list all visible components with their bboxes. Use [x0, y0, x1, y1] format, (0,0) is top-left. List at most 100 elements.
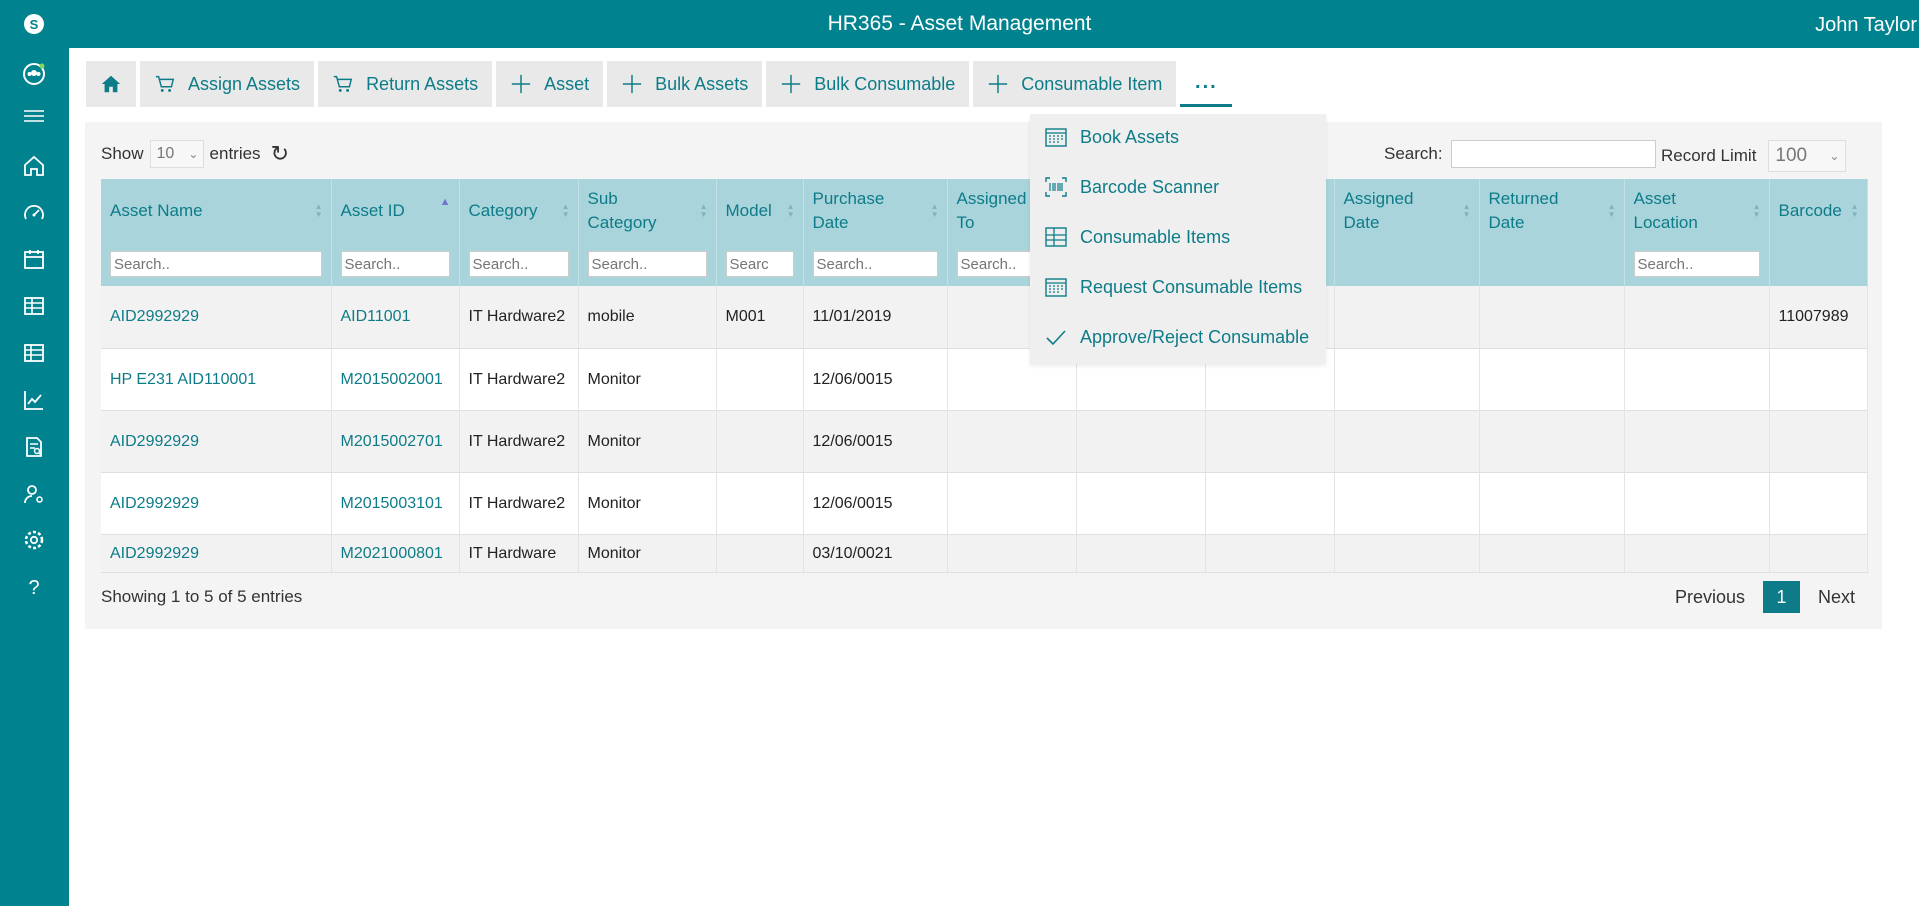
col-assigned-date[interactable]: Assigned Date ▲ ▼ [1334, 179, 1480, 242]
page-1-button[interactable]: 1 [1763, 581, 1801, 613]
team-icon[interactable] [20, 60, 48, 88]
plus-icon [622, 74, 642, 94]
more-options-button[interactable]: ... [1180, 61, 1233, 107]
cart-icon [155, 75, 175, 92]
cart-icon [333, 75, 353, 92]
sort-icon: ▲ ▼ [786, 202, 795, 219]
table-icon[interactable] [20, 292, 48, 320]
cell-category: IT Hardware2 [459, 286, 579, 349]
cell-asset-location [1624, 472, 1770, 535]
bulk-assets-button[interactable]: Bulk Assets [607, 61, 763, 107]
col-asset-location[interactable]: Asset Location ▲ ▼ [1624, 179, 1770, 242]
entries-control: Show 10 ⌄ entries ↻ [101, 140, 289, 168]
next-button[interactable]: Next [1818, 587, 1855, 608]
col-model[interactable]: Model ▲ ▼ [716, 179, 804, 242]
col-sub-category[interactable]: Sub Category ▲ ▼ [578, 179, 717, 242]
col-asset-id[interactable]: Asset ID ▲ [331, 179, 460, 242]
cell-assigned-to [947, 410, 1077, 473]
asset-id-link[interactable]: M2021000801 [331, 534, 460, 573]
cell-sub-category: Monitor [578, 534, 717, 573]
entries-select[interactable]: 10 ⌄ [149, 140, 204, 168]
calendar-icon[interactable] [20, 245, 48, 273]
app-logo-icon[interactable]: S [20, 10, 48, 38]
filter-purchase-date[interactable] [812, 251, 938, 277]
filter-asset-name[interactable] [110, 251, 322, 277]
menu-item-consumable-items[interactable]: Consumable Items [1044, 224, 1230, 250]
help-icon[interactable]: ? [20, 573, 48, 601]
cell-purchase-date: 12/06/0015 [803, 410, 948, 473]
menu-item-book-assets[interactable]: Book Assets [1044, 124, 1179, 150]
cell-model [716, 534, 804, 573]
col-returned-date[interactable]: Returned Date ▲ ▼ [1479, 179, 1625, 242]
col-barcode[interactable]: Barcode ▲ ▼ [1769, 179, 1868, 242]
filter-sub-category[interactable] [587, 251, 707, 277]
cell-category: IT Hardware [459, 534, 579, 573]
filter-asset-id[interactable] [340, 251, 450, 277]
table-filter-row [101, 242, 1868, 286]
cell-assigned-to [947, 472, 1077, 535]
asset-id-link[interactable]: M2015003101 [331, 472, 460, 535]
cell-model [716, 410, 804, 473]
cell-category: IT Hardware2 [459, 410, 579, 473]
filter-asset-location[interactable] [1633, 251, 1760, 277]
return-assets-button[interactable]: Return Assets [318, 61, 493, 107]
filter-model[interactable] [725, 251, 794, 277]
assign-assets-button[interactable]: Assign Assets [140, 61, 315, 107]
cell-sub-category: Monitor [578, 472, 717, 535]
cell-assigned-date [1334, 286, 1480, 349]
asset-id-link[interactable]: AID11001 [331, 286, 460, 349]
filter-category[interactable] [468, 251, 569, 277]
menu-item-request-consumable[interactable]: Request Consumable Items [1044, 274, 1302, 300]
cell-purchase-date: 03/10/0021 [803, 534, 948, 573]
asset-name-link[interactable]: AID2992929 [101, 534, 332, 573]
dashboard-icon[interactable] [20, 199, 48, 227]
user-settings-icon[interactable] [20, 480, 48, 508]
table-row: AID2992929 M2021000801 IT Hardware Monit… [101, 534, 1868, 573]
home-button[interactable] [86, 61, 136, 107]
cell-barcode [1769, 410, 1868, 473]
refresh-icon[interactable]: ↻ [271, 141, 289, 167]
col-category[interactable]: Category ▲ ▼ [459, 179, 579, 242]
asset-name-link[interactable]: AID2992929 [101, 472, 332, 535]
menu-icon[interactable] [20, 102, 48, 130]
sort-ascending-icon: ▲ [439, 196, 451, 208]
bulk-consumable-button[interactable]: Bulk Consumable [766, 61, 970, 107]
list-icon[interactable] [20, 339, 48, 367]
col-purchase-date[interactable]: Purchase Date ▲ ▼ [803, 179, 948, 242]
cell-returned-date [1479, 286, 1625, 349]
cell-returned-date [1479, 410, 1625, 473]
search-area: Search: [1384, 140, 1656, 168]
asset-name-link[interactable]: AID2992929 [101, 286, 332, 349]
calendar-icon [1045, 278, 1067, 297]
asset-id-link[interactable]: M2015002001 [331, 348, 460, 411]
add-asset-button[interactable]: Asset [496, 61, 604, 107]
previous-button[interactable]: Previous [1675, 587, 1745, 608]
menu-item-barcode-scanner[interactable]: Barcode Scanner [1044, 174, 1219, 200]
bulk-consumable-label: Bulk Consumable [814, 73, 956, 94]
home-icon [101, 75, 121, 93]
chart-icon[interactable] [20, 386, 48, 414]
home-icon[interactable] [20, 152, 48, 180]
col-asset-name[interactable]: Asset Name ▲ ▼ [101, 179, 332, 242]
record-limit-select[interactable]: 100 ⌄ [1768, 140, 1847, 172]
table-info: Showing 1 to 5 of 5 entries [101, 587, 303, 606]
cell-assigned-date [1334, 348, 1480, 411]
menu-item-approve-reject[interactable]: Approve/Reject Consumable [1044, 324, 1309, 350]
report-icon[interactable] [20, 433, 48, 461]
cell-asset-location [1624, 348, 1770, 411]
asset-name-link[interactable]: HP E231 AID110001 [101, 348, 332, 411]
user-name[interactable]: John Taylor [1815, 14, 1917, 37]
sort-icon: ▲ ▼ [699, 202, 708, 219]
asset-name-link[interactable]: AID2992929 [101, 410, 332, 473]
assign-assets-label: Assign Assets [188, 73, 301, 94]
search-input[interactable] [1450, 140, 1656, 168]
chevron-down-icon: ⌄ [1829, 149, 1840, 163]
asset-id-link[interactable]: M2015002701 [331, 410, 460, 473]
barcode-scanner-icon [1045, 177, 1067, 197]
consumable-item-button[interactable]: Consumable Item [973, 61, 1177, 107]
cell-returned-date [1479, 534, 1625, 573]
toolbar: Assign Assets Return Assets Asset Bulk A… [86, 61, 1233, 107]
return-assets-label: Return Assets [366, 73, 479, 94]
record-limit-label: Record Limit [1661, 146, 1757, 165]
settings-icon[interactable] [20, 526, 48, 554]
